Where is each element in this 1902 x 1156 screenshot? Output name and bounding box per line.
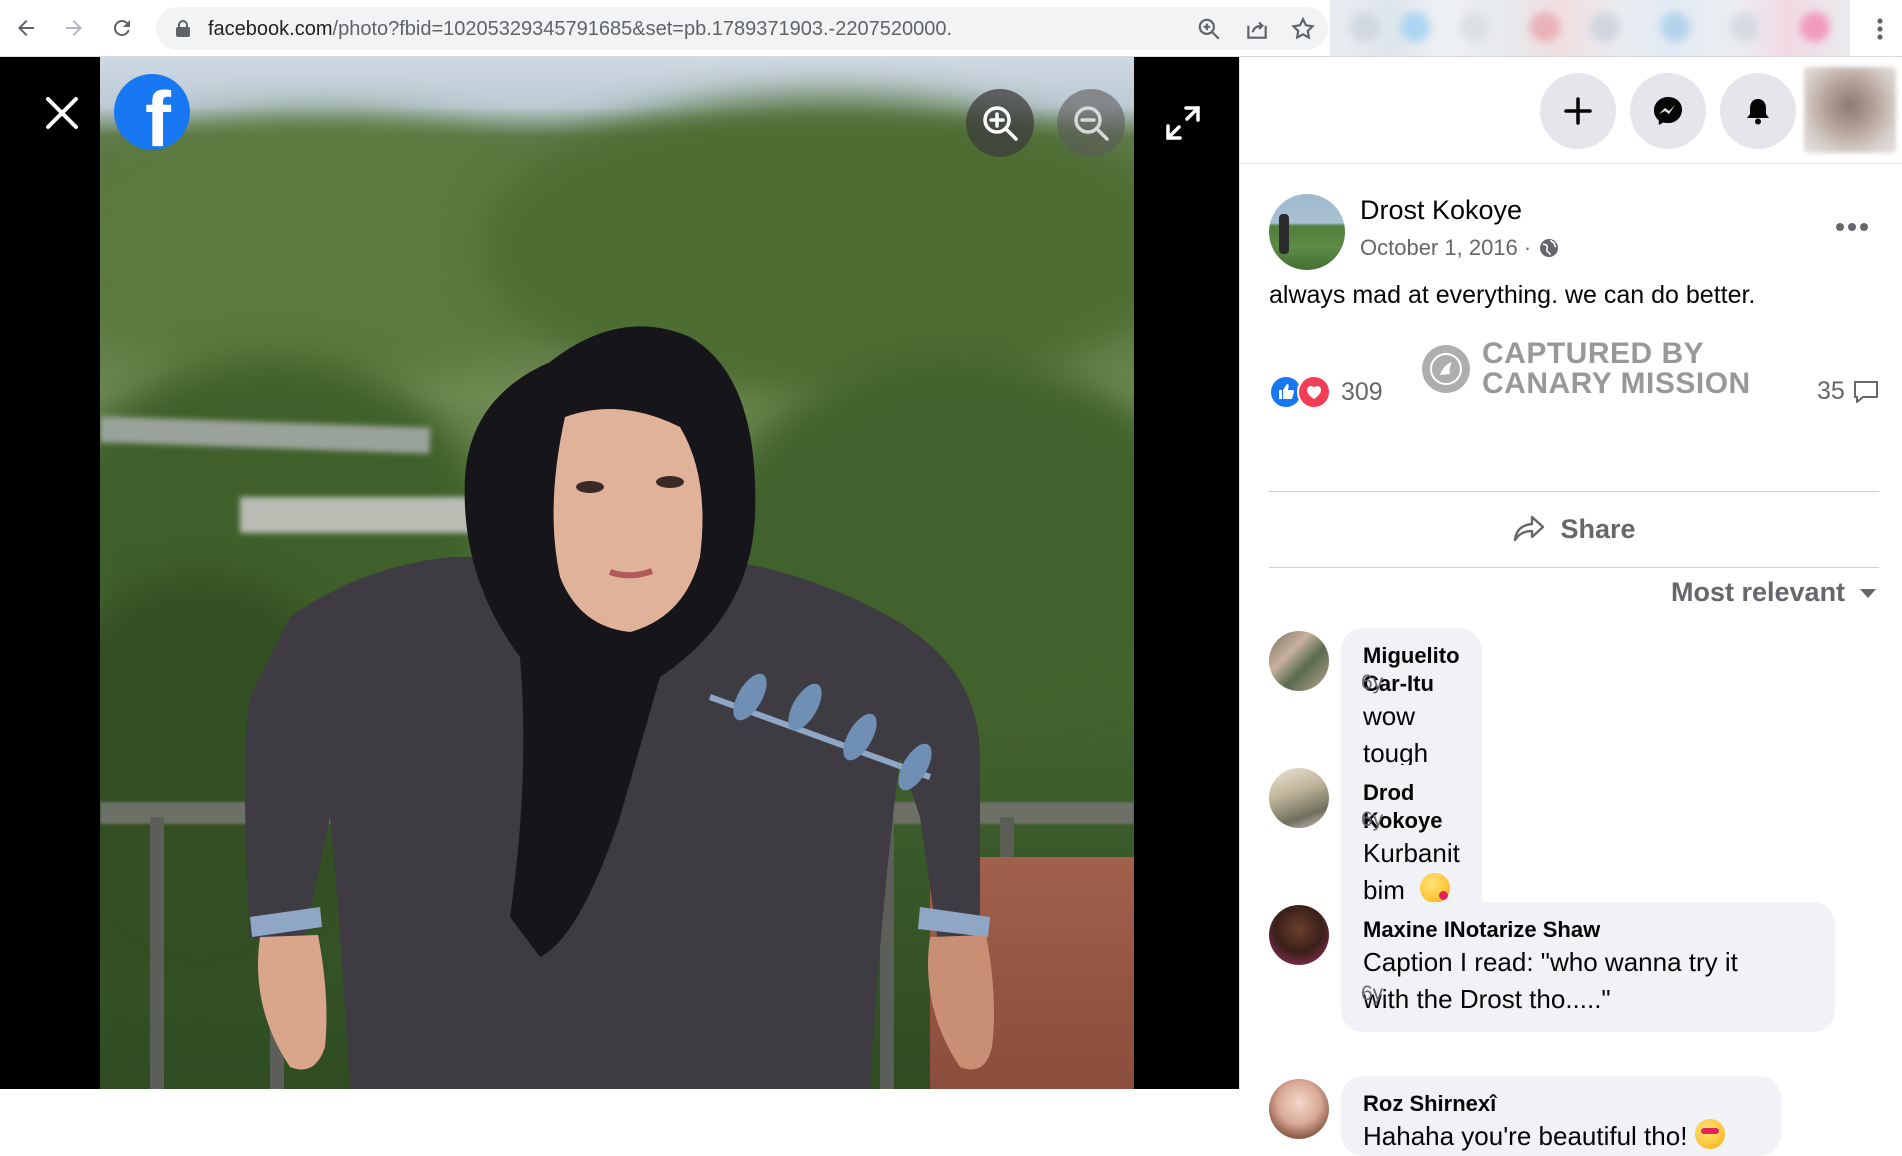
expand-icon[interactable] [1163, 103, 1203, 143]
sort-label: Most relevant [1671, 577, 1846, 607]
commenter-avatar[interactable] [1269, 631, 1329, 691]
caret-down-icon [1860, 588, 1877, 598]
comment-text-body: Hahaha you're beautiful tho! [1363, 1121, 1688, 1151]
address-bar[interactable]: facebook.com/photo?fbid=1020532934579168… [156, 7, 1328, 50]
commenter-name[interactable]: Maxine INotarize Shaw [1363, 916, 1813, 944]
divider [1269, 567, 1879, 568]
close-icon[interactable] [40, 91, 84, 135]
comment-sort-dropdown[interactable]: Most relevant [1671, 577, 1877, 608]
share-button[interactable]: Share [1269, 497, 1879, 561]
plus-icon[interactable] [1540, 73, 1616, 149]
heart-eyes-emoji-icon [1694, 1119, 1725, 1149]
browser-toolbar: facebook.com/photo?fbid=1020532934579168… [0, 0, 1902, 57]
forward-icon[interactable] [58, 12, 90, 44]
comment-count-number: 35 [1817, 377, 1845, 405]
watermark-line-2: CANARY MISSION [1482, 367, 1751, 400]
account-avatar[interactable] [1804, 67, 1896, 153]
love-reaction-icon [1297, 375, 1331, 409]
watermark: CAPTURED BY CANARY MISSION [1422, 339, 1751, 399]
share-icon[interactable] [1244, 16, 1270, 42]
zoom-icon[interactable] [1196, 16, 1222, 42]
comment-time[interactable]: 6y [1361, 982, 1383, 1006]
comment-text: Caption I read: "who wanna try it with t… [1363, 944, 1813, 1018]
comment-bubble: Roz Shirnexî Hahaha you're beautiful tho… [1341, 1076, 1781, 1156]
bell-icon[interactable] [1720, 73, 1796, 149]
comment-text: Hahaha you're beautiful tho! [1363, 1118, 1759, 1155]
extensions-area [1330, 0, 1850, 56]
comment-text-line: Caption I read: "who wanna try it [1363, 947, 1738, 977]
share-arrow-icon [1514, 515, 1545, 542]
top-bar [1240, 57, 1902, 164]
share-label: Share [1560, 513, 1636, 544]
facebook-logo[interactable]: f [114, 74, 190, 150]
person-figure [245, 326, 994, 1089]
comment-time[interactable]: 6y [1361, 808, 1383, 832]
reaction-count: 309 [1341, 377, 1383, 406]
post-meta: October 1, 2016 · [1360, 235, 1561, 261]
url-text[interactable]: facebook.com/photo?fbid=1020532934579168… [208, 18, 952, 41]
post-caption: always mad at everything. we can do bett… [1269, 281, 1756, 309]
lock-icon[interactable] [174, 19, 192, 38]
comment-icon [1853, 380, 1878, 403]
reload-icon[interactable] [106, 12, 138, 44]
poster-name[interactable]: Drost Kokoye [1360, 195, 1522, 226]
divider [1269, 491, 1879, 492]
commenter-name[interactable]: Roz Shirnexî [1363, 1090, 1759, 1118]
post-panel: Drost Kokoye October 1, 2016 · always ma… [1239, 57, 1902, 1156]
kiss-emoji-icon [1420, 873, 1451, 903]
reactions-summary[interactable]: 309 [1269, 375, 1383, 409]
commenter-avatar[interactable] [1269, 905, 1329, 965]
comment-count[interactable]: 35 [1817, 377, 1881, 406]
commenter-avatar[interactable] [1269, 768, 1329, 828]
poster-avatar[interactable] [1269, 194, 1345, 270]
commenter-avatar[interactable] [1269, 1079, 1329, 1139]
canary-seal-icon [1422, 345, 1470, 393]
globe-icon [1540, 239, 1559, 257]
star-icon[interactable] [1290, 16, 1316, 42]
post-date[interactable]: October 1, 2016 · [1360, 235, 1531, 261]
comment-text-line: with the Drost tho....." [1363, 984, 1611, 1014]
watermark-line-1: CAPTURED BY [1482, 337, 1705, 370]
comment-bubble: Maxine INotarize Shaw Caption I read: "w… [1341, 902, 1835, 1032]
back-icon[interactable] [10, 12, 42, 44]
messenger-icon[interactable] [1630, 73, 1706, 149]
comment-time[interactable]: 6y [1361, 671, 1383, 695]
more-options-icon[interactable] [1830, 215, 1874, 239]
kebab-menu-icon[interactable] [1868, 14, 1892, 44]
photo-viewer: f [0, 57, 1239, 1089]
zoom-out-icon[interactable] [1057, 89, 1125, 157]
photo[interactable] [100, 57, 1134, 1089]
zoom-in-icon[interactable] [966, 89, 1034, 157]
